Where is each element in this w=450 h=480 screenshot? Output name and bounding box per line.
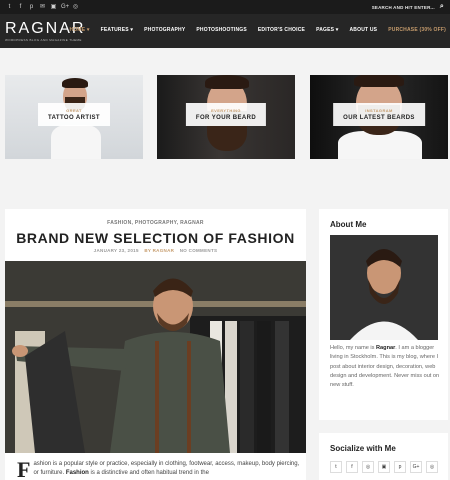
post-excerpt: Fashion is a popular style or practice, … — [17, 457, 302, 480]
promo-photo-shirt — [51, 125, 101, 159]
about-name: Ragnar — [376, 345, 396, 351]
promo-tattoo-artist[interactable]: GREAT TATTOO ARTIST — [5, 75, 143, 159]
facebook-icon[interactable]: f — [346, 461, 358, 473]
nav-pages[interactable]: PAGES ▾ — [316, 27, 338, 33]
promo-photo-hair — [62, 78, 88, 88]
post-title[interactable]: BRAND NEW SELECTION OF FASHION — [5, 230, 306, 246]
instagram-icon[interactable]: ◎ — [426, 461, 438, 473]
nav-editors-choice[interactable]: EDITOR'S CHOICE — [258, 27, 305, 33]
about-widget: About Me Hello, my name is Ragnar. I am … — [319, 209, 448, 420]
post-categories[interactable]: FASHION, PHOTOGRAPHY, RAGNAR — [5, 220, 306, 226]
promo-label: GREAT TATTOO ARTIST — [38, 103, 110, 126]
about-text: Hello, my name is Ragnar. I am a blogger… — [330, 344, 440, 390]
featured-post: FASHION, PHOTOGRAPHY, RAGNAR BRAND NEW S… — [5, 209, 306, 480]
promo-beard[interactable]: EVERYTHING FOR YOUR BEARD — [157, 75, 295, 159]
nav-photography[interactable]: PHOTOGRAPHY — [144, 27, 185, 33]
nav-home[interactable]: HOME ▾ — [70, 27, 90, 33]
promo-kicker: EVERYTHING — [211, 108, 241, 113]
twitter-icon[interactable]: t — [6, 4, 13, 10]
promo-photo-shirt — [338, 131, 422, 159]
post-meta: JANUARY 23, 2015 BY RAGNAR NO COMMENTS — [5, 248, 306, 253]
vimeo-icon[interactable]: ◎ — [362, 461, 374, 473]
post-comments[interactable]: NO COMMENTS — [180, 248, 218, 253]
search-input[interactable]: SEARCH AND HIT ENTER... — [372, 5, 435, 10]
search-box[interactable]: SEARCH AND HIT ENTER... ⌕ — [372, 3, 444, 11]
instagram-icon[interactable]: ◎ — [72, 4, 79, 10]
vimeo-icon[interactable]: ▣ — [50, 4, 57, 10]
facebook-icon[interactable]: f — [17, 4, 24, 10]
promo-title: FOR YOUR BEARD — [195, 115, 257, 121]
nav-features[interactable]: FEATURES ▾ — [101, 27, 133, 33]
google-plus-icon[interactable]: G+ — [61, 4, 69, 10]
flickr-icon[interactable]: ✉ — [39, 4, 46, 10]
pinterest-icon[interactable]: p — [394, 461, 406, 473]
promo-label: INSTAGRAM OUR LATEST BEARDS — [333, 103, 425, 126]
post-dropcap: F — [17, 457, 31, 480]
nav-purchase[interactable]: PURCHASE (30% OFF) — [388, 27, 446, 33]
twitter-icon[interactable]: t — [330, 461, 342, 473]
post-author[interactable]: BY RAGNAR — [144, 248, 174, 253]
main-nav: HOME ▾ FEATURES ▾ PHOTOGRAPHY PHOTOSHOOT… — [70, 27, 446, 33]
promo-title: TATTOO ARTIST — [48, 115, 100, 121]
socialize-links: t f ◎ ▣ p G+ ◎ — [330, 461, 438, 473]
promo-photo-hair — [205, 75, 249, 89]
about-photo — [330, 235, 438, 340]
post-excerpt-bold: Fashion — [65, 470, 89, 476]
about-photo-illustration — [330, 235, 438, 340]
logo-tagline: WORDPRESS BLOG AND MAGAZINE THEME — [5, 38, 82, 42]
nav-photoshootings[interactable]: PHOTOSHOOTINGS — [196, 27, 247, 33]
promo-instagram[interactable]: INSTAGRAM OUR LATEST BEARDS — [310, 75, 448, 159]
socialize-widget: Socialize with Me t f ◎ ▣ p G+ ◎ — [319, 433, 448, 480]
socialize-title: Socialize with Me — [330, 444, 396, 453]
promo-kicker: INSTAGRAM — [365, 108, 393, 113]
nav-about-us[interactable]: ABOUT US — [350, 27, 378, 33]
promo-label: EVERYTHING FOR YOUR BEARD — [185, 103, 267, 126]
post-photo-illustration — [5, 261, 306, 453]
top-social-links: t f p ✉ ▣ G+ ◎ — [6, 4, 79, 10]
pinterest-icon[interactable]: p — [28, 4, 35, 10]
promo-title: OUR LATEST BEARDS — [343, 115, 415, 121]
about-title: About Me — [330, 220, 367, 229]
about-text-2: . I am a blogger living in Stockholm. Th… — [330, 345, 440, 389]
post-date: JANUARY 23, 2015 — [93, 248, 139, 253]
promo-kicker: GREAT — [66, 108, 82, 113]
post-image[interactable] — [5, 261, 306, 453]
google-plus-icon[interactable]: G+ — [410, 461, 422, 473]
about-text-1: Hello, my name is — [330, 345, 377, 351]
promo-photo-hair — [354, 75, 404, 87]
post-excerpt-text-2: is a distinctive and often habitual tren… — [88, 470, 209, 476]
flickr-icon[interactable]: ▣ — [378, 461, 390, 473]
search-icon[interactable]: ⌕ — [440, 3, 444, 11]
top-bar: t f p ✉ ▣ G+ ◎ SEARCH AND HIT ENTER... ⌕ — [0, 0, 450, 14]
main-header: RAGNAR WORDPRESS BLOG AND MAGAZINE THEME… — [0, 14, 450, 48]
